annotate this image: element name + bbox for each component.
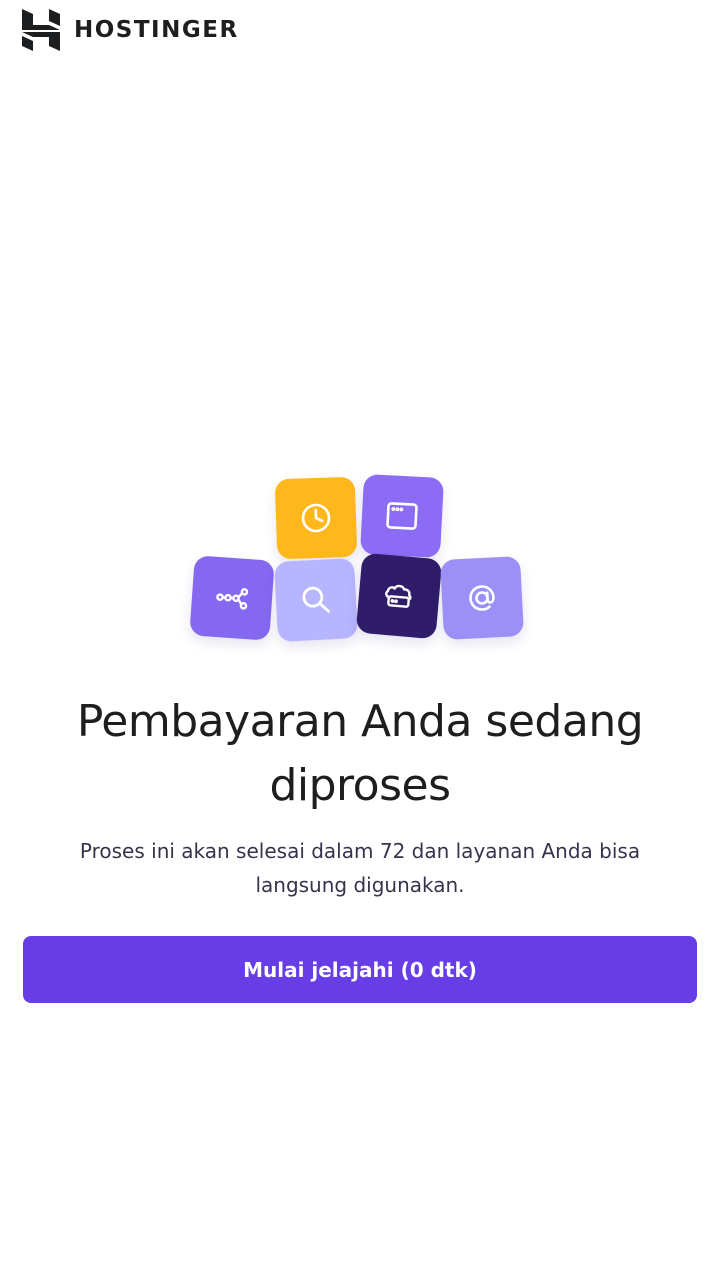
- page-title: Pembayaran Anda sedang diproses: [76, 696, 644, 811]
- cloud-server-tile: [355, 552, 443, 640]
- brand-name: HOSTINGER: [74, 17, 239, 43]
- search-tile: [273, 557, 359, 643]
- browser-window-tile: [359, 473, 445, 559]
- network-nodes-icon: [216, 588, 249, 610]
- start-exploring-button[interactable]: Mulai jelajahi (0 dtk): [23, 936, 697, 1003]
- clock-tile: [274, 476, 358, 560]
- network-nodes-tile: [189, 555, 275, 641]
- status-description: Proses ini akan selesai dalam 72 dan lay…: [79, 839, 641, 897]
- at-sign-tile: [439, 555, 525, 641]
- browser-window-icon: [386, 502, 418, 530]
- clock-icon: [301, 503, 331, 533]
- cloud-server-icon: [385, 584, 412, 608]
- search-icon: [302, 586, 331, 613]
- hostinger-logo-icon: [22, 9, 60, 51]
- services-illustration: [186, 470, 530, 648]
- header: HOSTINGER: [22, 8, 239, 52]
- payment-processing-page: HOSTINGER Pembayaran Anda sedang diprose…: [0, 0, 720, 1280]
- at-sign-icon: [469, 585, 495, 611]
